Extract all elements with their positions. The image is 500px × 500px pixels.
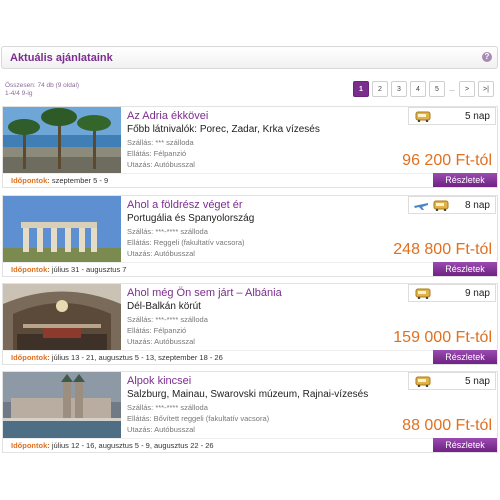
tour-price: 248 800 Ft-tól — [393, 241, 492, 258]
tour-price: 96 200 Ft-tól — [402, 152, 492, 169]
pagination-ellipsis: ... — [449, 85, 455, 93]
tour-duration-box: 8 nap — [408, 196, 496, 214]
dates-label: Időpontok: július 31 - augusztus 7 — [11, 265, 127, 274]
tour-duration-box: 5 nap — [408, 107, 496, 125]
tour-days: 9 nap — [464, 288, 490, 299]
tour-dates-bar: Időpontok: szeptember 5 - 9 Részletek — [3, 173, 497, 187]
tour-board: Ellátás: Félpanzió — [127, 326, 187, 335]
tour-lodging: Szállás: ***-**** szálloda — [127, 315, 208, 324]
page-2-button[interactable]: 2 — [372, 81, 388, 97]
tour-card: Az Adria ékkövei Főbb látnivalók: Porec,… — [2, 106, 498, 188]
results-count: Összesen: 74 db (9 oldal) — [5, 82, 80, 89]
tour-title[interactable]: Ahol még Ön sem járt – Albánia — [127, 287, 282, 299]
tour-travel: Utazás: Autóbusszal — [127, 160, 195, 169]
tour-duration-box: 9 nap — [408, 284, 496, 302]
tour-title[interactable]: Az Adria ékkövei — [127, 110, 208, 122]
tour-dates-bar: Időpontok: július 31 - augusztus 7 Részl… — [3, 262, 497, 276]
last-page-button[interactable]: >| — [478, 81, 494, 97]
tour-board: Ellátás: Félpanzió — [127, 149, 187, 158]
next-page-button[interactable]: > — [459, 81, 475, 97]
tour-travel: Utazás: Autóbusszal — [127, 425, 195, 434]
tour-card: Alpok kincsei Salzburg, Mainau, Swarovsk… — [2, 371, 498, 453]
tour-travel: Utazás: Autóbusszal — [127, 249, 195, 258]
tour-subtitle: Portugália és Spanyolország — [127, 213, 255, 224]
tour-days: 5 nap — [464, 376, 490, 387]
tour-dates: július 12 - 16, augusztus 5 - 9, auguszt… — [51, 441, 214, 450]
tour-lodging: Szállás: *** szálloda — [127, 138, 194, 147]
dates-label: Időpontok: július 12 - 16, augusztus 5 -… — [11, 441, 214, 450]
bus-icon — [433, 200, 449, 211]
results-range: 1-4/4 9-ig — [5, 90, 33, 97]
bus-icon — [415, 288, 431, 299]
tour-days: 5 nap — [464, 111, 490, 122]
offers-header: Aktuális ajánlataink ? — [1, 46, 498, 69]
results-summary: Összesen: 74 db (9 oldal) 1-4/4 9-ig — [5, 82, 79, 98]
page-3-button[interactable]: 3 — [391, 81, 407, 97]
page-1-button[interactable]: 1 — [353, 81, 369, 97]
tour-dates: július 31 - augusztus 7 — [51, 265, 127, 274]
tour-duration-box: 5 nap — [408, 372, 496, 390]
tour-title[interactable]: Ahol a földrész véget ér — [127, 199, 243, 211]
tour-travel: Utazás: Autóbusszal — [127, 337, 195, 346]
tour-lodging: Szállás: ***-**** szálloda — [127, 227, 208, 236]
tour-board: Ellátás: Reggeli (fakultatív vacsora) — [127, 238, 245, 247]
tour-price: 88 000 Ft-tól — [402, 417, 492, 434]
tour-photo[interactable] — [3, 196, 121, 264]
tour-price: 159 000 Ft-tól — [393, 329, 492, 346]
dates-label: Időpontok: szeptember 5 - 9 — [11, 176, 109, 185]
tour-card: Ahol a földrész véget ér Portugália és S… — [2, 195, 498, 277]
bus-icon — [415, 111, 431, 122]
tour-subtitle: Főbb látnivalók: Porec, Zadar, Krka víze… — [127, 124, 320, 135]
tour-title[interactable]: Alpok kincsei — [127, 375, 191, 387]
pagination: 1 2 3 4 5 ... > >| — [353, 81, 494, 97]
tour-lodging: Szállás: ***-**** szálloda — [127, 403, 208, 412]
details-button[interactable]: Részletek — [433, 350, 497, 364]
tour-board: Ellátás: Bővített reggeli (fakultatív va… — [127, 414, 270, 423]
help-icon[interactable]: ? — [482, 52, 492, 62]
tour-dates-bar: Időpontok: július 13 - 21, augusztus 5 -… — [3, 350, 497, 364]
tour-photo[interactable] — [3, 107, 121, 175]
tour-dates: július 13 - 21, augusztus 5 - 13, szepte… — [51, 353, 223, 362]
tour-days: 8 nap — [464, 200, 490, 211]
details-button[interactable]: Részletek — [433, 438, 497, 452]
tour-photo[interactable] — [3, 372, 121, 440]
tour-card: Ahol még Ön sem járt – Albánia Dél-Balká… — [2, 283, 498, 365]
tour-dates: szeptember 5 - 9 — [51, 176, 109, 185]
details-button[interactable]: Részletek — [433, 262, 497, 276]
dates-label: Időpontok: július 13 - 21, augusztus 5 -… — [11, 353, 223, 362]
page-4-button[interactable]: 4 — [410, 81, 426, 97]
details-button[interactable]: Részletek — [433, 173, 497, 187]
page-5-button[interactable]: 5 — [429, 81, 445, 97]
tour-subtitle: Salzburg, Mainau, Swarovski múzeum, Rajn… — [127, 389, 369, 400]
bus-icon — [415, 376, 431, 387]
tour-photo[interactable] — [3, 284, 121, 352]
offers-title: Aktuális ajánlataink — [10, 52, 113, 64]
tour-subtitle: Dél-Balkán körút — [127, 301, 201, 312]
plane-icon — [414, 203, 428, 210]
tour-dates-bar: Időpontok: július 12 - 16, augusztus 5 -… — [3, 438, 497, 452]
